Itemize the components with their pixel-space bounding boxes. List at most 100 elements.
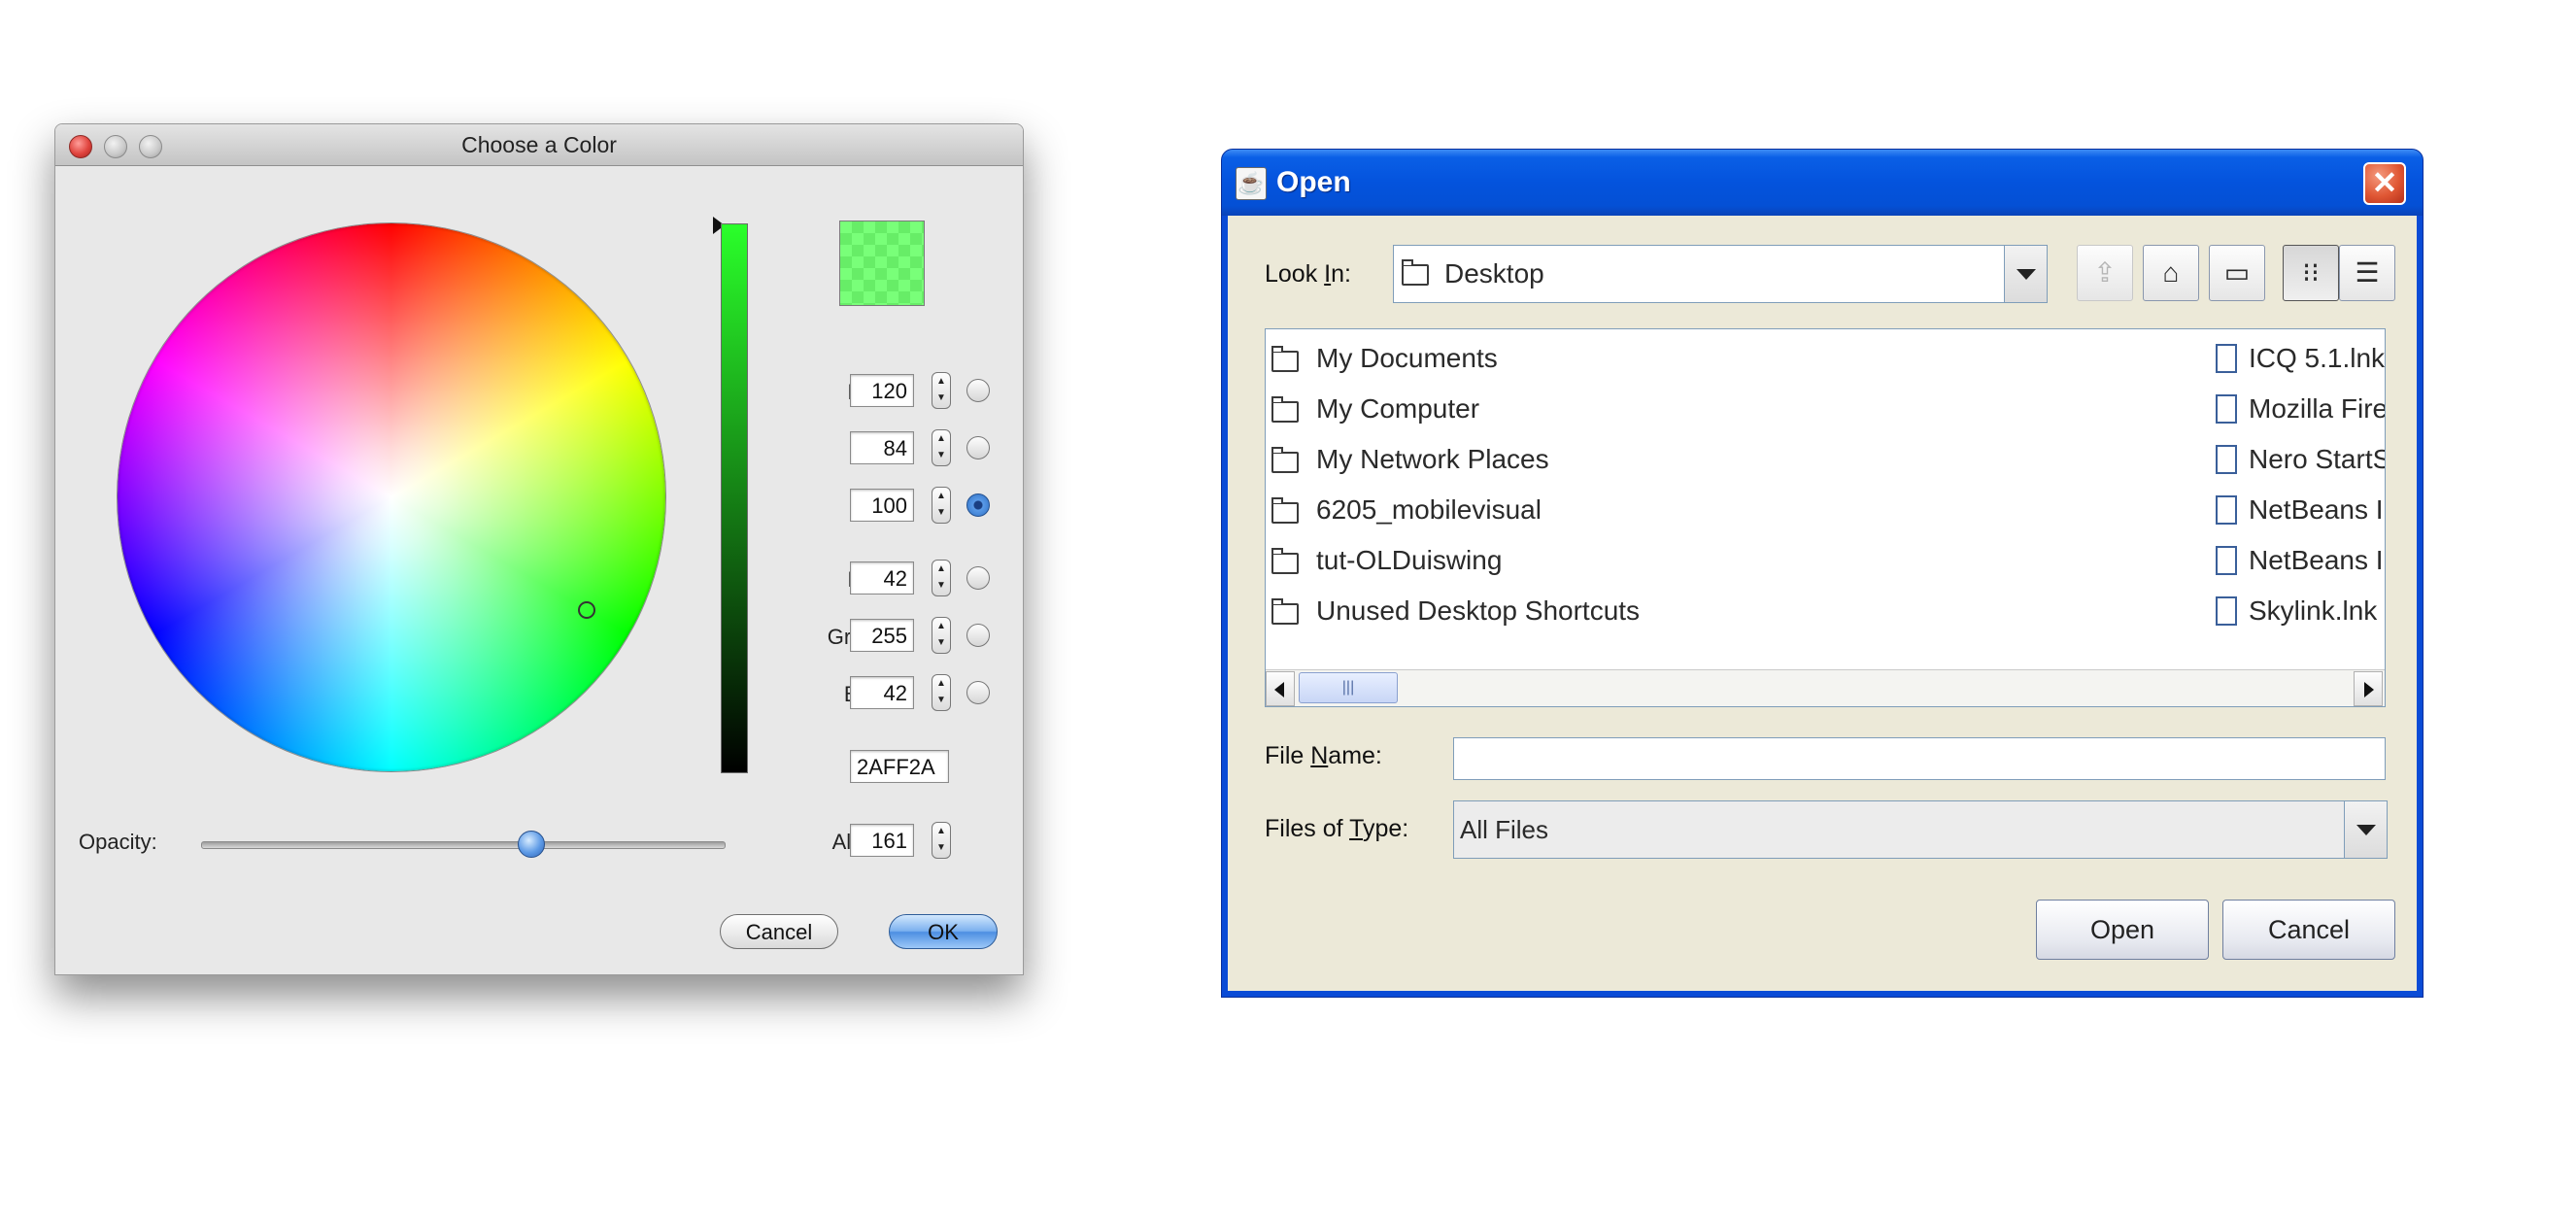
sat-stepper[interactable]: ▲ ▼ <box>932 429 951 466</box>
hue-stepper[interactable]: ▲ ▼ <box>932 372 951 409</box>
dialog-body: Look In: Desktop ⇪ ⌂ ▭ ⁝⁝ ☰ My Documents… <box>1228 216 2417 991</box>
list-item[interactable]: ICQ 5.1.lnk <box>2206 333 2386 384</box>
new-folder-button[interactable]: ▭ <box>2209 245 2265 301</box>
title-bar: ☕ Open ✕ <box>1222 150 2423 216</box>
bri-radio[interactable] <box>966 493 990 517</box>
files-of-type-mnemonic: T <box>1349 815 1363 842</box>
bri-field[interactable]: 100 <box>850 489 914 522</box>
folder-icon <box>1271 548 1299 574</box>
scroll-right-icon[interactable] <box>2354 671 2383 706</box>
scrollbar-thumb[interactable]: ||| <box>1299 672 1398 703</box>
open-dialog-window: ☕ Open ✕ Look In: Desktop ⇪ ⌂ ▭ ⁝⁝ ☰ My … <box>1221 149 2423 998</box>
blue-radio[interactable] <box>966 681 990 704</box>
look-in-label: Look In: <box>1265 260 1351 289</box>
file-icon <box>2216 546 2237 575</box>
hue-field[interactable]: 120 <box>850 374 914 407</box>
file-icon <box>2216 445 2237 474</box>
look-in-label-suffix: n: <box>1331 260 1351 288</box>
list-item-label: NetBeans IDE 5.0.lnk <box>2249 494 2385 525</box>
java-icon: ☕ <box>1236 167 1267 200</box>
details-view-button[interactable]: ☰ <box>2339 245 2395 301</box>
file-icon <box>2216 596 2237 626</box>
sat-radio[interactable] <box>966 436 990 459</box>
list-item[interactable]: 6205_mobilevisual <box>1268 485 2142 535</box>
alpha-field[interactable]: 161 <box>850 824 914 857</box>
files-of-type-label-suffix: ype: <box>1362 815 1409 842</box>
list-item-label: 6205_mobilevisual <box>1316 494 1542 525</box>
folder-icon <box>1271 346 1299 372</box>
list-item[interactable]: tut-OLDuiswing <box>1268 535 2142 586</box>
file-icon <box>2216 495 2237 525</box>
red-radio[interactable] <box>966 566 990 590</box>
folder-icon <box>1271 447 1299 473</box>
list-item[interactable]: NetBeans IDE 5.0.lnk <box>2206 485 2385 535</box>
list-item-label: Unused Desktop Shortcuts <box>1316 595 1641 626</box>
hue-radio[interactable] <box>966 379 990 402</box>
files-of-type-label: Files of Type: <box>1265 815 1408 843</box>
list-item-label: NetBeans IDE 5.5.lnk <box>2249 545 2385 575</box>
file-name-field[interactable] <box>1453 737 2386 780</box>
list-item[interactable]: NetBeans IDE 5.5.lnk <box>2206 535 2385 586</box>
opacity-slider-track[interactable] <box>201 841 726 849</box>
file-name-label-suffix: ame: <box>1328 742 1382 769</box>
list-item[interactable]: My Network Places <box>1268 434 2142 485</box>
file-icon <box>2216 394 2237 424</box>
brightness-slider[interactable] <box>721 223 748 773</box>
files-of-type-label-text: Files of <box>1265 815 1350 842</box>
list-item[interactable]: Unused Desktop Shortcuts <box>1268 586 2142 636</box>
close-button[interactable]: ✕ <box>2363 162 2406 205</box>
list-item-label: Mozilla Firefox.lnk <box>2249 393 2385 424</box>
bri-stepper[interactable]: ▲ ▼ <box>932 487 951 524</box>
color-preview-fill <box>840 221 924 305</box>
folder-icon <box>1402 259 1429 286</box>
look-in-value: Desktop <box>1444 258 1544 289</box>
opacity-label: Opacity: <box>79 830 157 854</box>
hex-field[interactable]: 2AFF2A <box>850 750 949 783</box>
open-button[interactable]: Open <box>2036 900 2209 960</box>
red-stepper[interactable]: ▲ ▼ <box>932 560 951 596</box>
green-field[interactable]: 255 <box>850 619 914 652</box>
alpha-stepper[interactable]: ▲ ▼ <box>932 822 951 859</box>
green-radio[interactable] <box>966 624 990 647</box>
blue-stepper[interactable]: ▲ ▼ <box>932 674 951 711</box>
cancel-button[interactable]: Cancel <box>720 914 838 949</box>
list-item[interactable]: Skylink.lnk <box>2206 586 2385 636</box>
file-name-mnemonic: N <box>1310 742 1329 769</box>
file-list[interactable]: My Documents My Computer My Network Plac… <box>1265 328 2386 707</box>
list-item-label: tut-OLDuiswing <box>1316 545 1503 575</box>
list-item[interactable]: My Documents <box>1268 333 2142 384</box>
red-field[interactable]: 42 <box>850 561 914 595</box>
file-name-label: File Name: <box>1265 742 1382 770</box>
list-item[interactable]: My Computer <box>1268 384 2142 434</box>
list-view-button[interactable]: ⁝⁝ <box>2283 245 2339 301</box>
color-wheel-marker[interactable] <box>578 601 595 619</box>
up-one-level-button[interactable]: ⇪ <box>2077 245 2133 301</box>
list-item[interactable]: Mozilla Firefox.lnk <box>2206 384 2385 434</box>
sat-field[interactable]: 84 <box>850 431 914 464</box>
window-title: Open <box>1276 166 1351 198</box>
cancel-button[interactable]: Cancel <box>2222 900 2395 960</box>
scroll-left-icon[interactable] <box>1266 671 1295 706</box>
list-item-label: Nero StartSmart.lnk <box>2249 444 2385 474</box>
look-in-label-text: Look <box>1265 260 1325 288</box>
chevron-down-icon[interactable] <box>2004 246 2047 302</box>
ok-button[interactable]: OK <box>889 914 998 949</box>
look-in-combo[interactable]: Desktop <box>1393 245 2048 303</box>
list-item-label: ICQ 5.1.lnk <box>2249 343 2386 373</box>
color-wheel[interactable] <box>118 223 665 771</box>
list-item[interactable]: Nero StartSmart.lnk <box>2206 434 2385 485</box>
files-of-type-combo[interactable]: All Files <box>1453 800 2388 859</box>
list-item-label: Skylink.lnk <box>2249 595 2378 626</box>
chevron-down-icon[interactable] <box>2344 801 2387 858</box>
green-stepper[interactable]: ▲ ▼ <box>932 617 951 654</box>
file-name-label-text: File <box>1265 742 1311 769</box>
color-chooser-window: Choose a Color Hue: 120 ▲▼ Sat: 84 ▲▼ Br… <box>54 123 1024 975</box>
home-button[interactable]: ⌂ <box>2143 245 2199 301</box>
list-item-label: My Documents <box>1316 343 1498 373</box>
window-title: Choose a Color <box>461 132 617 157</box>
blue-field[interactable]: 42 <box>850 676 914 709</box>
opacity-slider-thumb[interactable] <box>518 831 546 858</box>
title-bar: Choose a Color <box>55 124 1023 166</box>
folder-icon <box>1271 396 1299 423</box>
horizontal-scrollbar[interactable]: ||| <box>1266 669 2385 706</box>
